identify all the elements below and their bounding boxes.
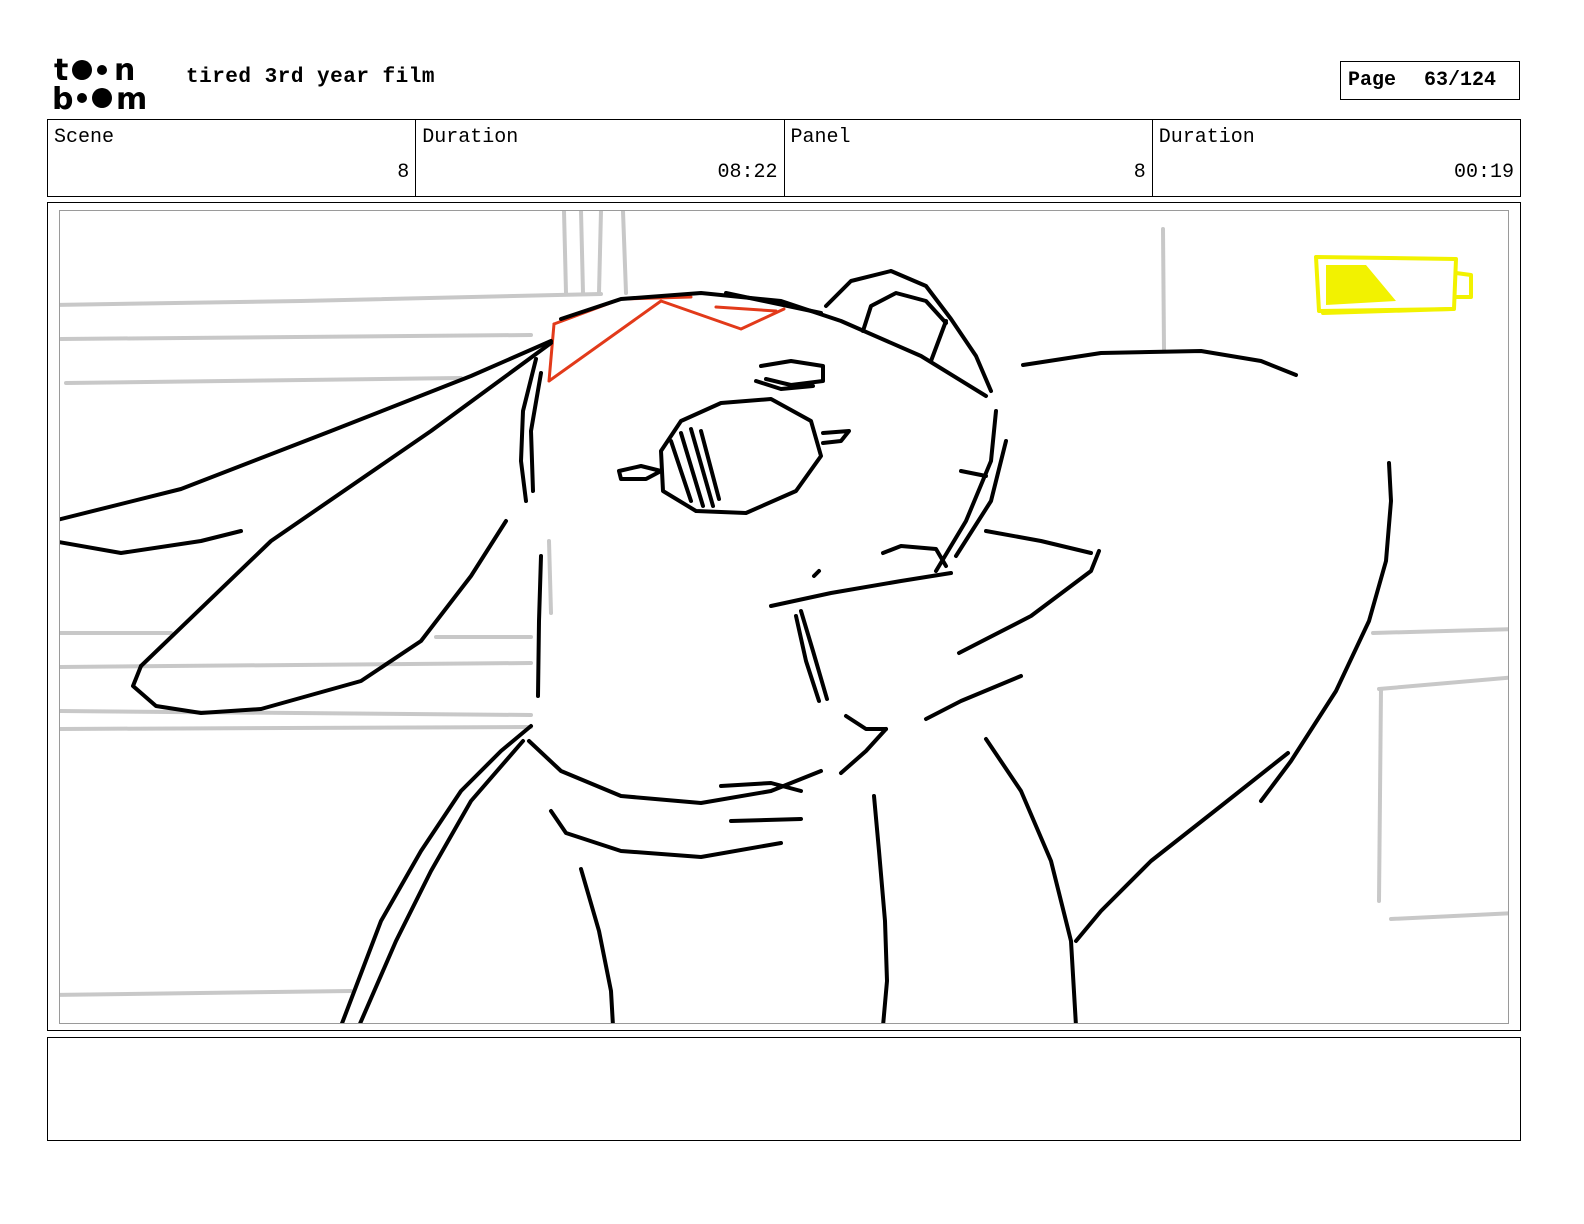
svg-text:b: b [52, 82, 73, 112]
panel-duration-label: Duration [1158, 126, 1255, 149]
scene-label: Scene [54, 126, 115, 149]
scene-duration-cell: Duration 08:22 [416, 120, 785, 196]
panel-duration-cell: Duration 00:19 [1153, 120, 1520, 196]
panel-duration-value: 00:19 [1453, 161, 1514, 184]
scene-duration-value: 08:22 [717, 161, 778, 184]
panel-image [59, 210, 1509, 1024]
panel-value: 8 [1133, 161, 1146, 184]
storyboard-sketch [60, 211, 1508, 1023]
panel-info-table: Scene 8 Duration 08:22 Panel 8 Duration … [47, 119, 1521, 197]
page-number: 63/124 [1424, 69, 1497, 92]
page-label: Page [1348, 69, 1397, 92]
toon-boom-logo: t n b m [52, 53, 147, 112]
panel-cell: Panel 8 [785, 120, 1153, 196]
page-indicator: Page 63/124 [1340, 61, 1520, 100]
scene-value: 8 [397, 161, 410, 184]
project-title: tired 3rd year film [186, 66, 435, 89]
panel-label: Panel [790, 126, 851, 149]
panel-notes-box [47, 1037, 1521, 1141]
scene-duration-label: Duration [422, 126, 519, 149]
battery-fill [1326, 265, 1396, 305]
scene-cell: Scene 8 [48, 120, 417, 196]
svg-text:m: m [116, 82, 147, 112]
character-line-art [60, 269, 1393, 1023]
